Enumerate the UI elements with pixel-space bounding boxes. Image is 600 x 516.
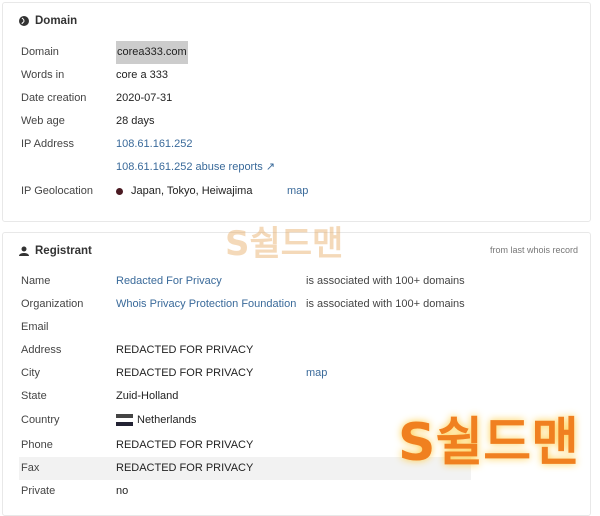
country-text: Netherlands xyxy=(137,414,197,426)
geo-map-link[interactable]: map xyxy=(287,180,308,203)
row-abuse: 108.61.161.252 abuse reports ↗ xyxy=(19,156,471,179)
value: core a 333 xyxy=(116,69,168,81)
city-map-link[interactable]: map xyxy=(306,362,327,385)
label: Email xyxy=(21,321,49,333)
label: Name xyxy=(21,275,51,287)
label: City xyxy=(21,367,40,379)
row-phone: Phone REDACTED FOR PRIVACY xyxy=(19,434,471,457)
flag-japan-icon xyxy=(116,187,123,195)
user-icon xyxy=(19,246,29,256)
geo-value: Japan, Tokyo, Heiwajima xyxy=(116,180,252,203)
label: Date creation xyxy=(21,92,87,104)
row-age: Web age 28 days xyxy=(19,110,471,133)
row-date: Date creation 2020-07-31 xyxy=(19,87,471,110)
name-assoc: is associated with 100+ domains xyxy=(306,275,465,287)
value: Zuid-Holland xyxy=(116,390,179,402)
label: IP Address xyxy=(21,138,74,150)
row-address: Address REDACTED FOR PRIVACY xyxy=(19,339,471,362)
name-link[interactable]: Redacted For Privacy xyxy=(116,270,222,293)
label: Phone xyxy=(21,439,53,451)
abuse-reports-link[interactable]: 108.61.161.252 abuse reports ↗ xyxy=(116,156,275,179)
registrant-header: Registrant xyxy=(19,245,92,257)
abuse-text: 108.61.161.252 abuse reports xyxy=(116,161,263,173)
row-country: Country Netherlands xyxy=(19,409,471,432)
label: Organization xyxy=(21,298,84,310)
row-fax: Fax REDACTED FOR PRIVACY xyxy=(19,457,471,480)
ip-link[interactable]: 108.61.161.252 xyxy=(116,133,192,156)
domain-title: Domain xyxy=(35,15,78,27)
globe-icon xyxy=(19,16,29,26)
label: Words in xyxy=(21,69,65,81)
record-note: from last whois record xyxy=(489,245,578,255)
label: Fax xyxy=(21,462,40,474)
row-geo: IP Geolocation Japan, Tokyo, Heiwajima map xyxy=(19,180,471,203)
label: Address xyxy=(21,344,62,356)
flag-netherlands-icon xyxy=(116,414,133,427)
domain-card: Domain Domain corea333.com Words in core a… xyxy=(2,2,591,222)
label: Private xyxy=(21,485,56,497)
label: IP Geolocation xyxy=(21,185,93,197)
value: REDACTED FOR PRIVACY xyxy=(116,367,254,379)
value: no xyxy=(116,485,129,497)
value: REDACTED FOR PRIVACY xyxy=(116,344,254,356)
country-value: Netherlands xyxy=(116,409,196,432)
label: Web age xyxy=(21,115,65,127)
registrant-card: Registrant from last whois record Name Re… xyxy=(2,232,591,516)
value: REDACTED FOR PRIVACY xyxy=(116,462,254,474)
row-email: Email xyxy=(19,316,471,339)
row-domain: Domain corea333.com xyxy=(19,41,471,64)
row-words: Words in core a 333 xyxy=(19,64,471,87)
label: Country xyxy=(21,414,60,426)
value: REDACTED FOR PRIVACY xyxy=(116,439,254,451)
row-private: Private no xyxy=(19,480,471,503)
domain-value: corea333.com xyxy=(116,41,188,64)
registrant-title: Registrant xyxy=(35,245,92,257)
domain-header: Domain xyxy=(19,15,77,27)
external-link-icon: ↗ xyxy=(265,161,276,173)
value: 2020-07-31 xyxy=(116,92,173,104)
row-org: Organization Whois Privacy Protection Fou… xyxy=(19,293,471,316)
row-name: Name Redacted For Privacy is associated wi… xyxy=(19,270,471,293)
row-ip: IP Address 108.61.161.252 xyxy=(19,133,471,156)
label: State xyxy=(21,390,47,402)
row-state: State Zuid-Holland xyxy=(19,385,471,408)
value: 28 days xyxy=(116,115,155,127)
org-assoc: is associated with 100+ domains xyxy=(306,298,465,310)
geo-text: Japan, Tokyo, Heiwajima xyxy=(131,185,253,197)
org-link[interactable]: Whois Privacy Protection Foundation xyxy=(116,293,296,316)
label: Domain xyxy=(21,46,59,58)
row-city: City REDACTED FOR PRIVACY map xyxy=(19,362,471,385)
